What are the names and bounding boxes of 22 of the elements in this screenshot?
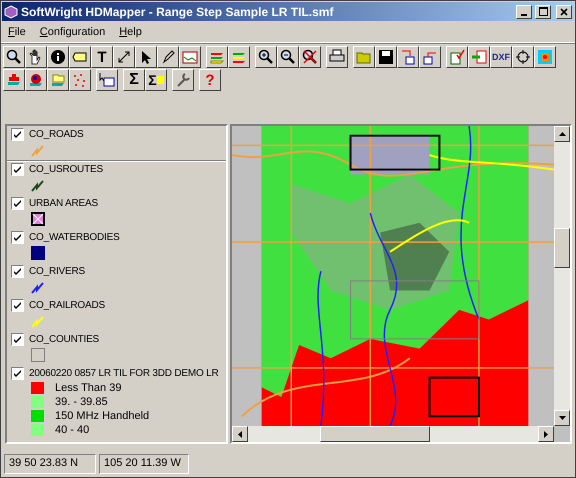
range-label: 150 MHz Handheld <box>55 410 150 422</box>
layer-name: CO_ROADS <box>29 129 84 140</box>
layer-name: CO_RIVERS <box>29 266 85 277</box>
sum-button[interactable]: Σ <box>123 69 145 91</box>
window-title: SoftWright HDMapper - Range Step Sample LR TIL.smf <box>21 4 334 18</box>
layer-name: CO_WATERBODIES <box>29 232 120 243</box>
sum-selected-button[interactable]: Σ <box>145 69 167 91</box>
dxf-button[interactable]: DXF <box>490 46 512 68</box>
layer-name: CO_RAILROADS <box>29 300 105 311</box>
layer-name: CO_USROUTES <box>29 164 103 175</box>
layer-name: URBAN AREAS <box>29 198 98 209</box>
menu-item[interactable]: Help <box>114 26 147 38</box>
status-coordinate: 105 20 11.39 W <box>99 454 189 474</box>
layer-name: 20060220 0857 LR TIL FOR 3DD DEMO LR <box>29 368 219 379</box>
range-label: Less Than 39 <box>55 382 122 394</box>
range-label: 39. - 39.85 <box>55 396 108 408</box>
menu-item[interactable]: Configuration <box>34 26 110 38</box>
menu-item[interactable]: File <box>3 26 31 38</box>
range-label: 40 - 40 <box>55 424 90 436</box>
layer-name: CO_COUNTIES <box>29 334 100 345</box>
status-coordinate: 39 50 23.83 N <box>4 454 96 474</box>
text-tool-button[interactable]: T <box>91 46 113 68</box>
